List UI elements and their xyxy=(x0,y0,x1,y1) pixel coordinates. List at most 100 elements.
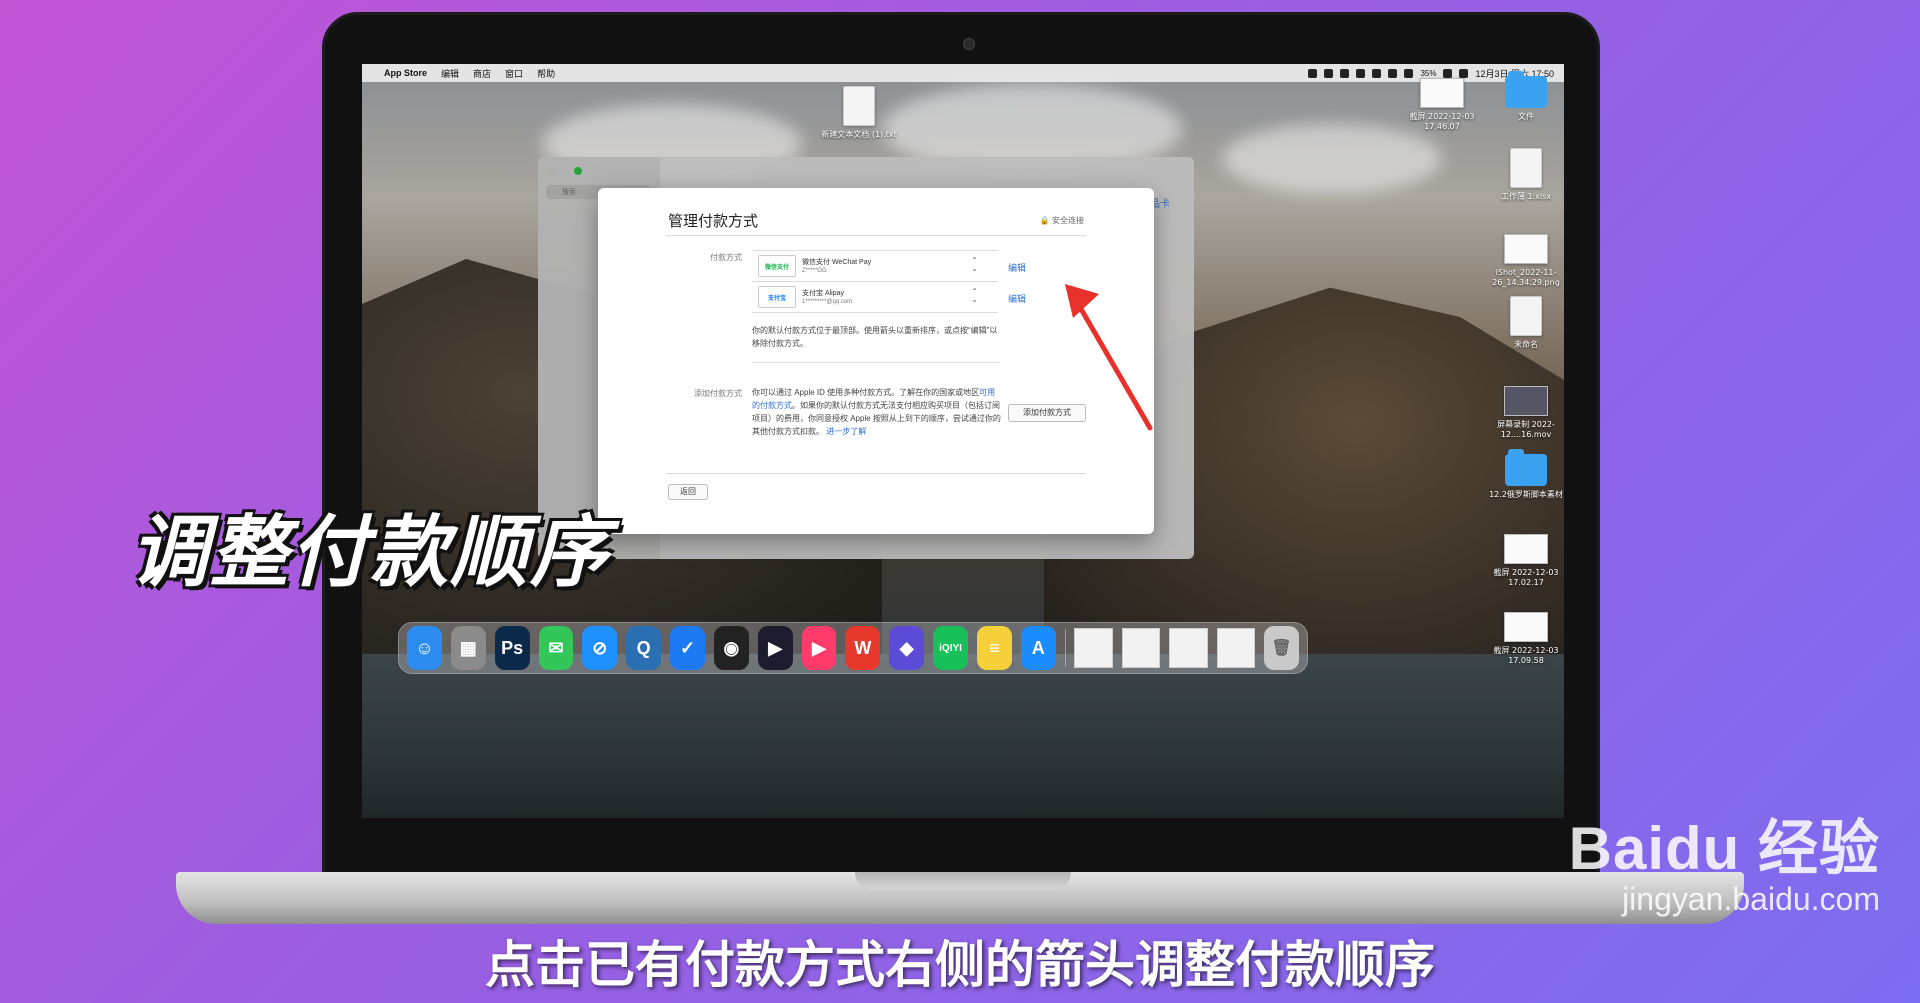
dock-app-notes[interactable]: ≡ xyxy=(976,626,1012,670)
search-icon[interactable] xyxy=(1459,68,1469,78)
xlsx-file-icon xyxy=(1510,148,1542,188)
desktop-file[interactable]: 截屏 2022-12-03 17.09.58 xyxy=(1486,612,1564,666)
dock-app-mail[interactable]: ✓ xyxy=(670,626,705,670)
battery-percent[interactable]: 35% xyxy=(1420,69,1436,78)
dock-app-launchpad[interactable]: ▦ xyxy=(450,626,486,670)
learn-more-link[interactable]: 进一步了解 xyxy=(826,427,866,436)
status-icon[interactable] xyxy=(1324,68,1334,78)
menu-help[interactable]: 帮助 xyxy=(537,67,555,80)
desktop-file-label: 12.2俄罗斯脚本素材 xyxy=(1489,490,1563,499)
arrow-down-icon[interactable]: ⌄ xyxy=(971,296,978,304)
desktop-file-label: iShot_2022-11-26_14.34.29.png xyxy=(1492,268,1560,287)
status-icon[interactable] xyxy=(1388,68,1398,78)
overlay-title: 调整付款顺序 xyxy=(130,508,611,598)
screenshot-file-icon xyxy=(1420,78,1464,108)
desktop-file-label: 新建文本文档 (1).txt xyxy=(821,130,897,139)
dock-app-wps[interactable]: W xyxy=(845,626,881,670)
desktop-file-label: 截屏 2022-12-03 17.02.17 xyxy=(1493,568,1559,587)
laptop-notch xyxy=(855,872,1071,890)
desktop-file[interactable]: 屏幕录制 2022-12....16.mov xyxy=(1486,386,1564,440)
back-button[interactable]: 返回 xyxy=(668,484,708,500)
desktop-file[interactable]: 新建文本文档 (1).txt xyxy=(819,86,899,140)
bluetooth-icon[interactable] xyxy=(1404,68,1414,78)
sheet-title: 管理付款方式 xyxy=(668,213,759,230)
dock-app-shortcuts[interactable]: ◆ xyxy=(889,626,925,670)
folder-icon xyxy=(1505,71,1547,108)
status-icon[interactable] xyxy=(1308,68,1318,78)
desktop-file-label: 工作薄 1.xlsx xyxy=(1500,192,1552,201)
edit-wechat-button[interactable]: 编辑 xyxy=(1008,261,1026,274)
dock-minimized-window[interactable] xyxy=(1074,628,1113,668)
wifi-icon[interactable] xyxy=(1443,68,1453,78)
dock-minimized-window[interactable] xyxy=(1169,628,1208,668)
menu-edit[interactable]: 编辑 xyxy=(441,67,459,80)
wallpaper-water xyxy=(362,654,1564,818)
payment-method-account: Z*****GG xyxy=(802,267,827,274)
add-payment-description: 你可以通过 Apple ID 使用多种付款方式。了解在你的国家或地区可用的付款方… xyxy=(752,386,1002,438)
desktop-folder[interactable]: 12.2俄罗斯脚本素材 xyxy=(1486,449,1564,500)
watermark-brand: Baidu 经验 xyxy=(1568,815,1880,882)
dock-app-safari[interactable]: ⊘ xyxy=(582,626,618,670)
dock-app-quicktime[interactable]: Q xyxy=(626,626,662,670)
trash-icon[interactable]: 🗑 xyxy=(1264,626,1299,670)
webcam xyxy=(963,38,975,50)
reorder-arrows[interactable]: ⌃ ⌄ xyxy=(971,288,978,304)
status-icon[interactable] xyxy=(1356,68,1366,78)
desktop-file[interactable]: 工作薄 1.xlsx xyxy=(1486,148,1564,202)
desktop-folder[interactable]: 文件 xyxy=(1486,71,1564,122)
screenshot-file-icon xyxy=(1504,612,1548,642)
menu-window[interactable]: 窗口 xyxy=(505,67,523,80)
status-icon[interactable] xyxy=(1372,68,1382,78)
status-icon[interactable] xyxy=(1340,68,1350,78)
dock-separator xyxy=(1064,629,1066,667)
mov-file-icon xyxy=(1504,386,1548,416)
mac-screen: App Store 编辑 商店 窗口 帮助 35% 12月3日 周六 17:50… xyxy=(362,64,1564,818)
payment-method-list: 微信支付 微信支付 WeChat Pay Z*****GG ⌃ ⌄ 支付宝 支付宝… xyxy=(752,250,998,313)
payment-method-row: 微信支付 微信支付 WeChat Pay Z*****GG ⌃ ⌄ xyxy=(752,250,998,281)
desktop-file-label: 文件 xyxy=(1518,112,1534,121)
screenshot-file-icon xyxy=(1504,534,1548,564)
menu-store[interactable]: 商店 xyxy=(473,67,491,80)
menu-bar: App Store 编辑 商店 窗口 帮助 35% 12月3日 周六 17:50 xyxy=(362,64,1564,82)
payment-method-row: 支付宝 支付宝 Alipay 1*********@qq.com ⌃ ⌄ xyxy=(752,281,998,313)
untitled-file-icon xyxy=(1510,296,1542,336)
dock-app-app-store[interactable]: A xyxy=(1020,626,1056,670)
desktop-file-label: 截屏 2022-12-03 17.09.58 xyxy=(1493,646,1559,665)
dock-app-finder[interactable]: ☺ xyxy=(407,626,442,670)
divider xyxy=(666,235,1086,236)
payment-methods-label: 付款方式 xyxy=(710,253,742,262)
dock-app-iqiyi[interactable]: iQIYI xyxy=(933,626,968,670)
desktop-file[interactable]: 截屏 2022-12-03 17.02.17 xyxy=(1486,534,1564,588)
dock-minimized-window[interactable] xyxy=(1121,628,1161,668)
divider xyxy=(752,362,1000,363)
cloud xyxy=(1222,124,1442,194)
payment-method-account: 1*********@qq.com xyxy=(802,298,853,305)
dock: ☺ ▦ Ps ✉ ⊘ Q ✓ ◉ ▶ ▶ W ◆ iQIYI ≡ A 🗑 xyxy=(398,622,1308,674)
dock-app-player[interactable]: ▶ xyxy=(757,626,793,670)
dock-app-youku[interactable]: ▶ xyxy=(801,626,837,670)
desktop-file[interactable]: iShot_2022-11-26_14.34.29.png xyxy=(1486,234,1564,288)
desktop-file[interactable]: 未命名 xyxy=(1486,296,1564,350)
baidu-watermark: Baidu 经验 jingyan.baidu.com xyxy=(1569,800,1880,918)
payment-method-name: 微信支付 WeChat Pay xyxy=(802,258,872,266)
txt-file-icon xyxy=(843,86,875,126)
add-desc-text: 你可以通过 Apple ID 使用多种付款方式。了解在你的国家或地区 xyxy=(752,388,980,397)
payment-method-name: 支付宝 Alipay xyxy=(802,289,845,297)
desktop-file-label: 屏幕录制 2022-12....16.mov xyxy=(1497,420,1555,439)
dock-app-photoshop[interactable]: Ps xyxy=(494,626,530,670)
wechat-pay-logo: 微信支付 xyxy=(758,255,796,277)
arrow-down-icon[interactable]: ⌄ xyxy=(971,265,978,273)
dock-minimized-window[interactable] xyxy=(1216,628,1256,668)
dock-app-messages[interactable]: ✉ xyxy=(538,626,574,670)
dock-app-qq[interactable]: ◉ xyxy=(713,626,749,670)
reorder-arrows[interactable]: ⌃ ⌄ xyxy=(971,257,978,273)
desktop-file[interactable]: 截屏 2022-12-03 17.46.07 xyxy=(1402,78,1482,132)
divider xyxy=(666,473,1086,474)
folder-icon xyxy=(1505,449,1547,486)
menu-app-store[interactable]: App Store xyxy=(384,68,427,78)
desktop-file-label: 截屏 2022-12-03 17.46.07 xyxy=(1409,112,1475,131)
subtitle-caption: 点击已有付款方式右侧的箭头调整付款顺序 xyxy=(485,936,1435,994)
order-note: 你的默认付款方式位于最顶部。使用箭头以重新排序，或点按“编辑”以移除付款方式。 xyxy=(752,326,998,348)
png-file-icon xyxy=(1504,234,1548,264)
edit-alipay-button[interactable]: 编辑 xyxy=(1008,292,1026,305)
